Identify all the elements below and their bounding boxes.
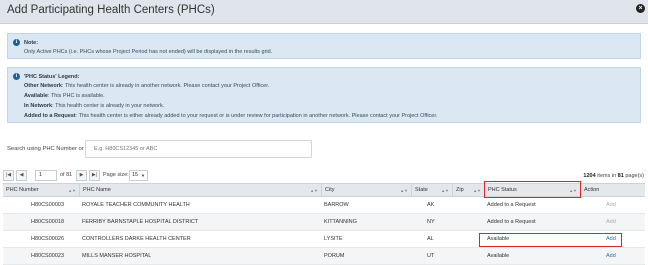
cell-state: UT: [427, 253, 435, 259]
note-box: i Note: Only Active PHCs (i.e. PHCs whos…: [7, 33, 641, 59]
legend-item: Added to a Request: This health center i…: [24, 113, 438, 119]
cell-phc-name: CONTROLLERS DARKE HEALTH CENTER: [82, 236, 191, 242]
cell-phc-status: Available: [487, 253, 510, 259]
prev-page-button[interactable]: ◀: [16, 170, 27, 181]
col-city[interactable]: City ▲▼: [321, 184, 411, 197]
cell-phc-number: H80CS00003: [31, 202, 65, 208]
legend-title: 'PHC Status' Legend:: [24, 74, 80, 80]
search-input[interactable]: [85, 140, 312, 158]
cell-city: LYSITE: [324, 236, 343, 242]
table-row: H80CS00018 FERRIBY BARNSTAPLE HOSPITAL D…: [3, 214, 645, 231]
cell-phc-name: MILLS MANSER HOSPITAL: [82, 253, 152, 259]
col-phc-number[interactable]: PHC Number ▲▼: [3, 184, 79, 197]
legend-item: Available: This PHC is available.: [24, 93, 105, 99]
note-label: Note:: [24, 40, 39, 46]
page-count-text: of 81: [60, 172, 73, 178]
col-phc-name[interactable]: PHC Name ▲▼: [79, 184, 321, 197]
table-row: H80CS00003 ROYALE TEACHER COMMUNITY HEAL…: [3, 197, 645, 214]
cell-phc-number: H80CS00026: [31, 236, 65, 242]
cell-phc-name: ROYALE TEACHER COMMUNITY HEALTH: [82, 202, 190, 208]
last-page-button[interactable]: ▶|: [89, 170, 100, 181]
add-button[interactable]: Add: [606, 197, 616, 214]
cell-city: PORUM: [324, 253, 345, 259]
cell-phc-name: FERRIBY BARNSTAPLE HOSPITAL DISTRICT: [82, 219, 199, 225]
cell-phc-status: Added to a Request: [487, 219, 536, 225]
col-state[interactable]: State ▲▼: [411, 184, 452, 197]
add-button[interactable]: Add: [606, 214, 616, 231]
sort-icon: ▲▼: [473, 188, 481, 193]
page-number-input[interactable]: 1: [35, 170, 57, 181]
legend-box: i 'PHC Status' Legend: Other Network: Th…: [7, 67, 641, 123]
note-text: Only Active PHCs (i.e. PHCs whose Projec…: [24, 49, 273, 55]
sort-icon: ▲▼: [441, 188, 449, 193]
sort-icon: ▲▼: [68, 188, 76, 193]
table-row: H80CS00023 MILLS MANSER HOSPITAL PORUM U…: [3, 248, 645, 265]
page-size-label: Page size:: [103, 172, 129, 178]
cell-city: KITTANNING: [324, 219, 357, 225]
first-page-button[interactable]: |◀: [3, 170, 14, 181]
close-icon[interactable]: ×: [636, 4, 645, 13]
add-button[interactable]: Add: [606, 248, 616, 265]
legend-item: In Network: This health center is alread…: [24, 103, 165, 109]
cell-state: AK: [427, 202, 435, 208]
info-icon: i: [13, 73, 20, 80]
info-icon: i: [13, 39, 20, 46]
cell-phc-number: H80CS00018: [31, 219, 65, 225]
items-summary: 1204 items in 81 page(s): [583, 173, 644, 179]
sort-icon: ▲▼: [310, 188, 318, 193]
cell-state: AL: [427, 236, 434, 242]
highlight-available-row: [479, 233, 622, 247]
cell-city: BARROW: [324, 202, 349, 208]
col-action: Action: [580, 184, 645, 197]
col-zip[interactable]: Zip ▲▼: [452, 184, 484, 197]
dialog-title: Add Participating Health Centers (PHCs): [7, 4, 215, 16]
cell-state: NY: [427, 219, 435, 225]
dialog-titlebar: Add Participating Health Centers (PHCs) …: [0, 0, 648, 24]
page-size-select[interactable]: 15 ▼: [129, 170, 148, 181]
highlight-phc-status-header: [484, 181, 581, 198]
cell-phc-status: Added to a Request: [487, 202, 536, 208]
chevron-down-icon: ▼: [141, 173, 145, 178]
sort-icon: ▲▼: [400, 188, 408, 193]
legend-item: Other Network: This health center is alr…: [24, 83, 270, 89]
next-page-button[interactable]: ▶: [76, 170, 87, 181]
cell-phc-number: H80CS00023: [31, 253, 65, 259]
